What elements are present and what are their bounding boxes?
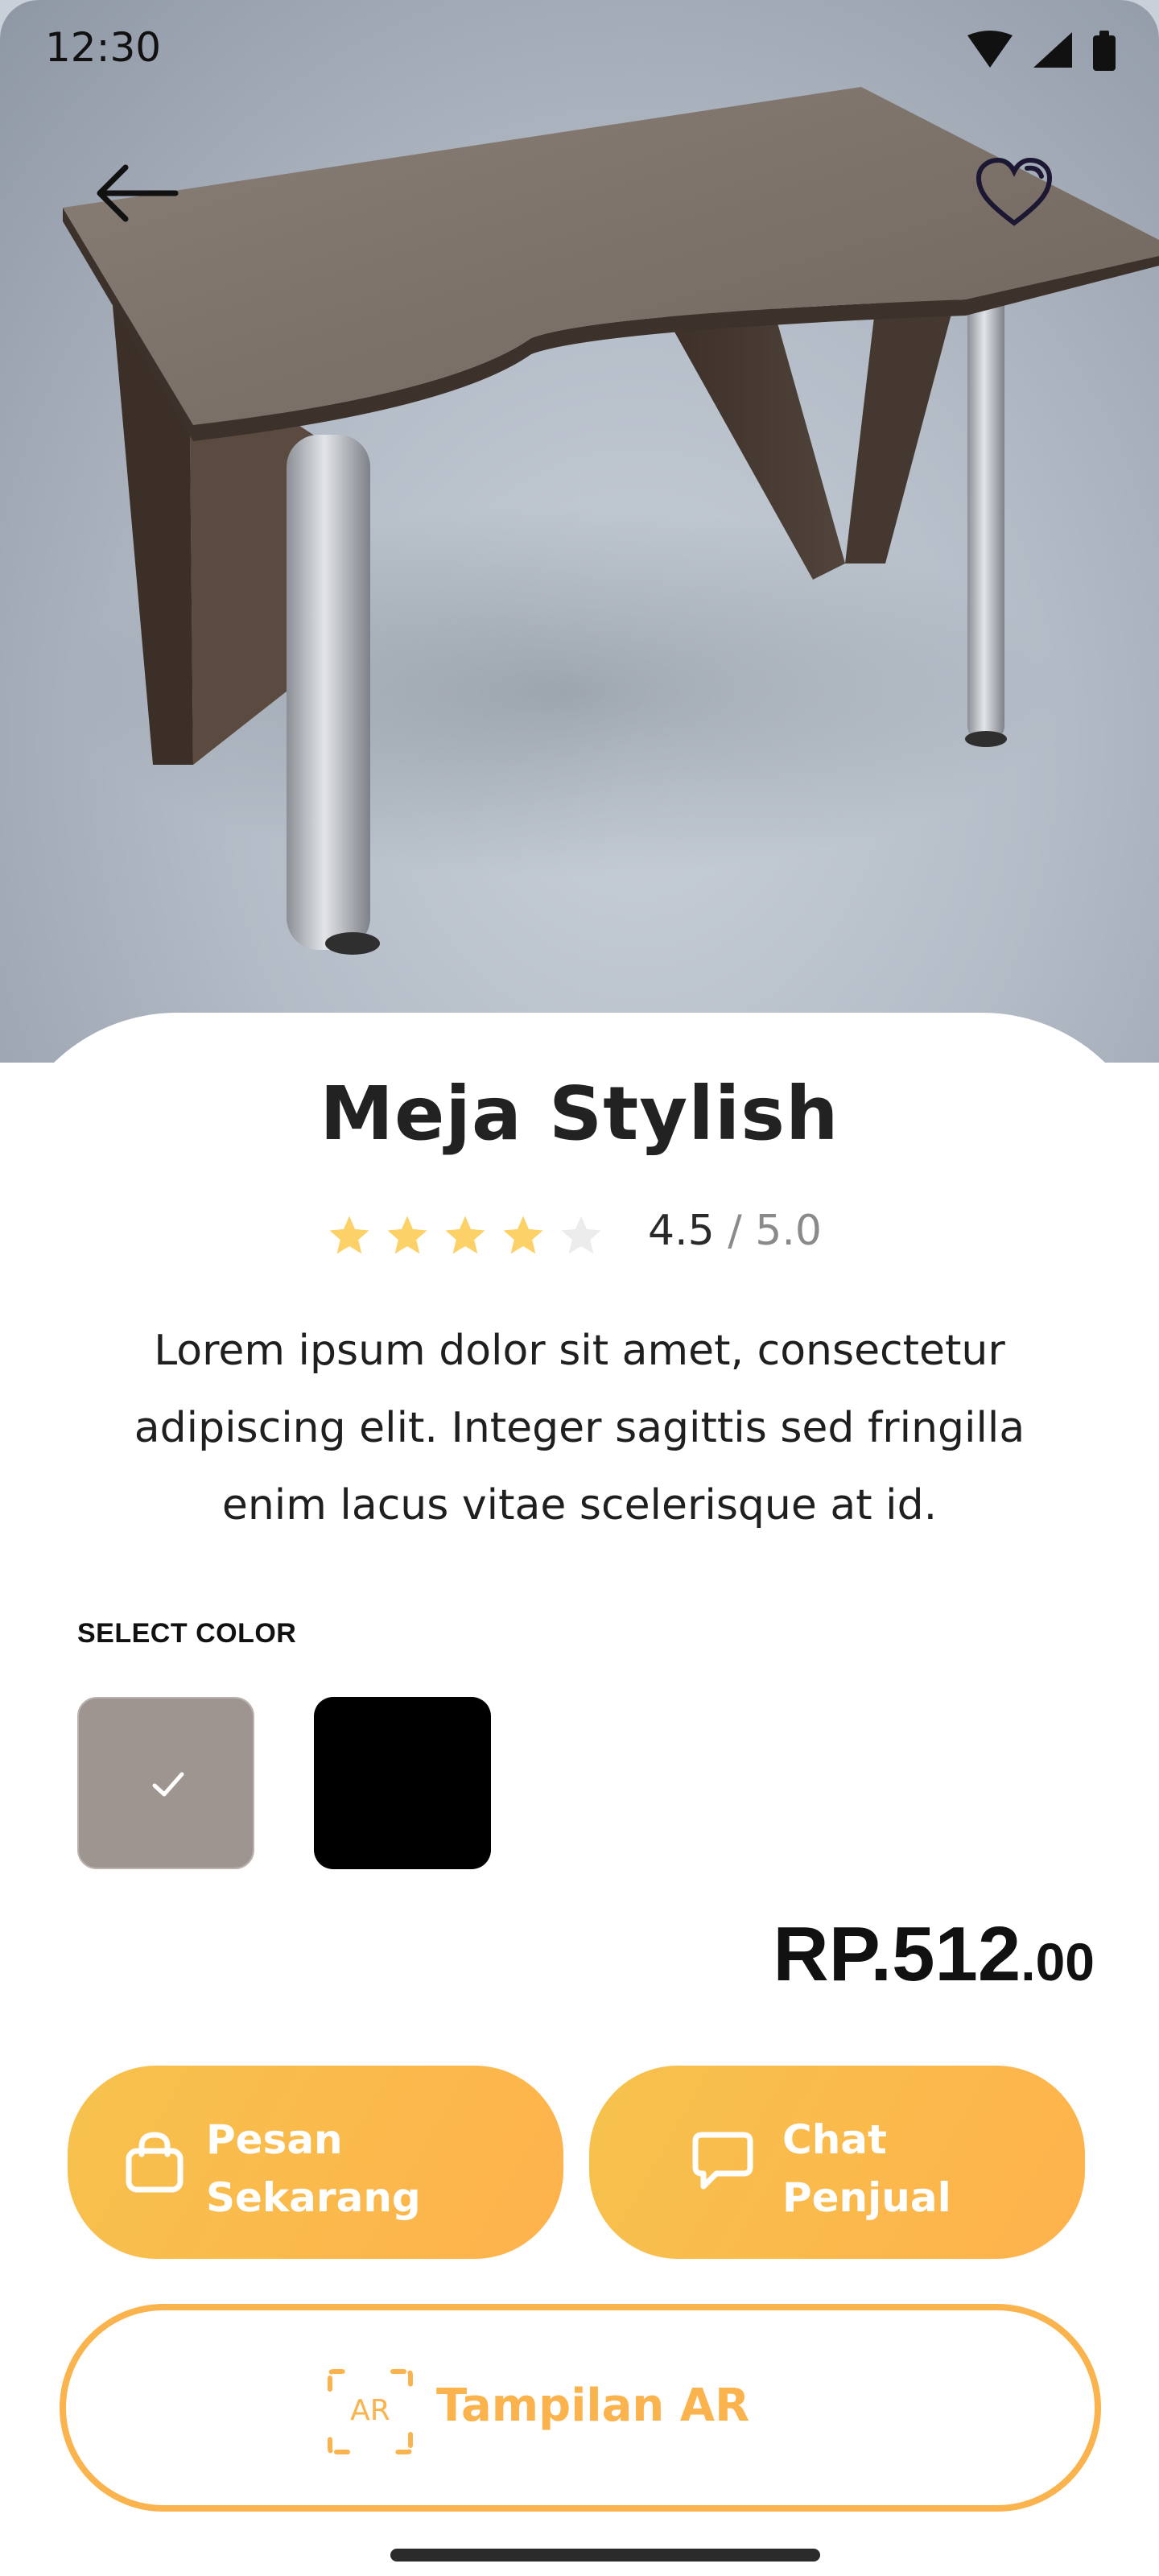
- chat-seller-label: Chat Penjual: [782, 2111, 1056, 2227]
- ar-icon-text: AR: [350, 2394, 390, 2427]
- rating-separator: /: [728, 1207, 742, 1255]
- product-detail-screen: 12:30 Meja Stylish 4.5 / 5.0 Lorem ipsum…: [0, 0, 1159, 2576]
- wifi-icon: [967, 31, 1013, 68]
- order-now-label: Pesan Sekarang: [206, 2111, 544, 2227]
- select-color-label: SELECT COLOR: [77, 1618, 297, 1649]
- chat-seller-label-line2: Penjual: [782, 2174, 951, 2221]
- status-icons: [966, 29, 1119, 77]
- order-now-button[interactable]: Pesan Sekarang: [68, 2066, 563, 2259]
- color-swatch-taupe[interactable]: [77, 1697, 254, 1869]
- rating-max: 5.0: [755, 1207, 822, 1255]
- rating-value: 4.5: [648, 1207, 715, 1255]
- price-main: RP.512: [773, 1911, 1021, 1997]
- color-swatch-black[interactable]: [314, 1697, 491, 1869]
- signal-battery-icons: [967, 31, 1116, 71]
- status-time: 12:30: [45, 24, 162, 71]
- star-filled-icon: [329, 1216, 369, 1254]
- shopping-bag-icon: [126, 2132, 184, 2193]
- back-button[interactable]: [89, 153, 185, 233]
- star-empty-icon: [561, 1216, 601, 1254]
- ar-icon: AR: [328, 2369, 413, 2454]
- product-description: Lorem ipsum dolor sit amet, consectetur …: [134, 1327, 1025, 1530]
- star-filled-icon: [445, 1216, 485, 1254]
- order-now-label-line2: Sekarang: [206, 2174, 421, 2221]
- product-price: RP.512.00: [773, 1906, 1095, 2010]
- status-bar: 12:30: [0, 0, 1159, 97]
- star-filled-icon: [503, 1216, 543, 1254]
- arrow-left-icon: [97, 164, 179, 222]
- rating-text: 4.5 / 5.0: [648, 1207, 822, 1255]
- price-cents: .00: [1021, 1932, 1095, 1992]
- chat-seller-label-line1: Chat: [782, 2116, 887, 2163]
- check-icon: [152, 1772, 184, 1797]
- chat-seller-button[interactable]: Chat Penjual: [589, 2066, 1085, 2259]
- ar-view-label: Tampilan AR: [436, 2380, 750, 2432]
- order-now-label-line1: Pesan: [206, 2116, 343, 2163]
- rating-row: 4.5 / 5.0: [326, 1203, 889, 1268]
- favorite-button[interactable]: [974, 157, 1054, 229]
- cellular-signal-icon: [1033, 32, 1072, 68]
- heart-icon: [975, 157, 1053, 226]
- battery-icon: [1093, 35, 1116, 71]
- chat-bubble-icon: [692, 2132, 753, 2190]
- home-indicator[interactable]: [390, 2549, 820, 2562]
- star-filled-icon: [387, 1216, 427, 1254]
- ar-view-button[interactable]: AR Tampilan AR: [60, 2304, 1101, 2512]
- product-title: Meja Stylish: [320, 1071, 839, 1157]
